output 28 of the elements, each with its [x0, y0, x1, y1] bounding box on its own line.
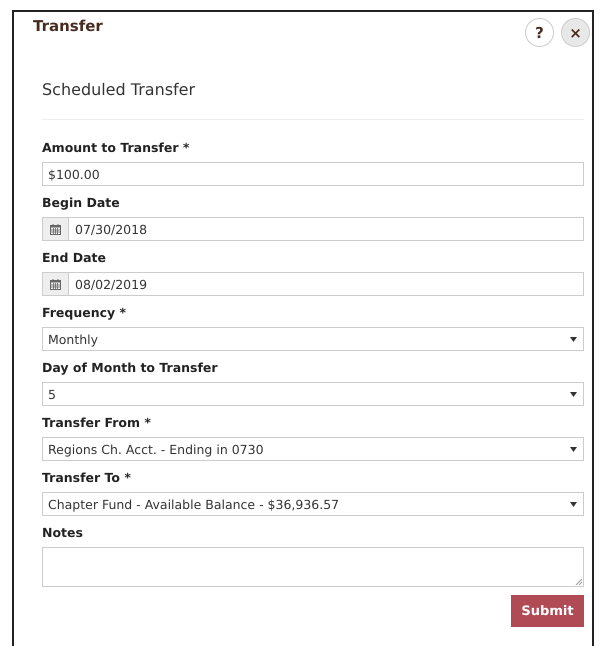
input-field[interactable]: $100.00 [42, 162, 584, 186]
dropdown-field[interactable]: Regions Ch. Acct. - Ending in 0730 [42, 437, 584, 461]
close-button[interactable]: × [561, 18, 590, 47]
date-field[interactable]: 08/02/2019 [42, 272, 584, 296]
calendar-icon [50, 278, 61, 290]
dialog-title: Transfer [33, 16, 103, 36]
calendar-icon [50, 224, 61, 234]
field-label: Transfer To * [42, 470, 132, 486]
field-label: Day of Month to Transfer [42, 360, 219, 376]
submit-button[interactable]: Submit [511, 595, 584, 627]
dropdown-field[interactable]: Chapter Fund - Available Balance - $36,936.57 [42, 492, 584, 516]
resize-handle-icon [575, 578, 582, 585]
field-label: End Date [42, 250, 108, 266]
dropdown-field[interactable]: Monthly [42, 327, 584, 351]
notes-field[interactable] [42, 547, 584, 587]
field-label: Begin Date [42, 195, 121, 211]
help-button[interactable]: ? [525, 18, 554, 47]
date-field[interactable]: 07/30/2018 [42, 217, 584, 241]
dropdown-caret-icon [570, 392, 577, 396]
dropdown-field[interactable]: 5 [42, 382, 584, 406]
field-label: Transfer From * [42, 415, 152, 431]
dropdown-caret-icon [570, 446, 577, 452]
field-label: Notes [42, 525, 84, 541]
dropdown-caret-icon [570, 502, 577, 506]
section-title: Scheduled Transfer [42, 80, 196, 100]
dropdown-caret-icon [570, 336, 577, 342]
field-label: Frequency * [42, 305, 128, 321]
field-label: Amount to Transfer * [42, 140, 190, 156]
